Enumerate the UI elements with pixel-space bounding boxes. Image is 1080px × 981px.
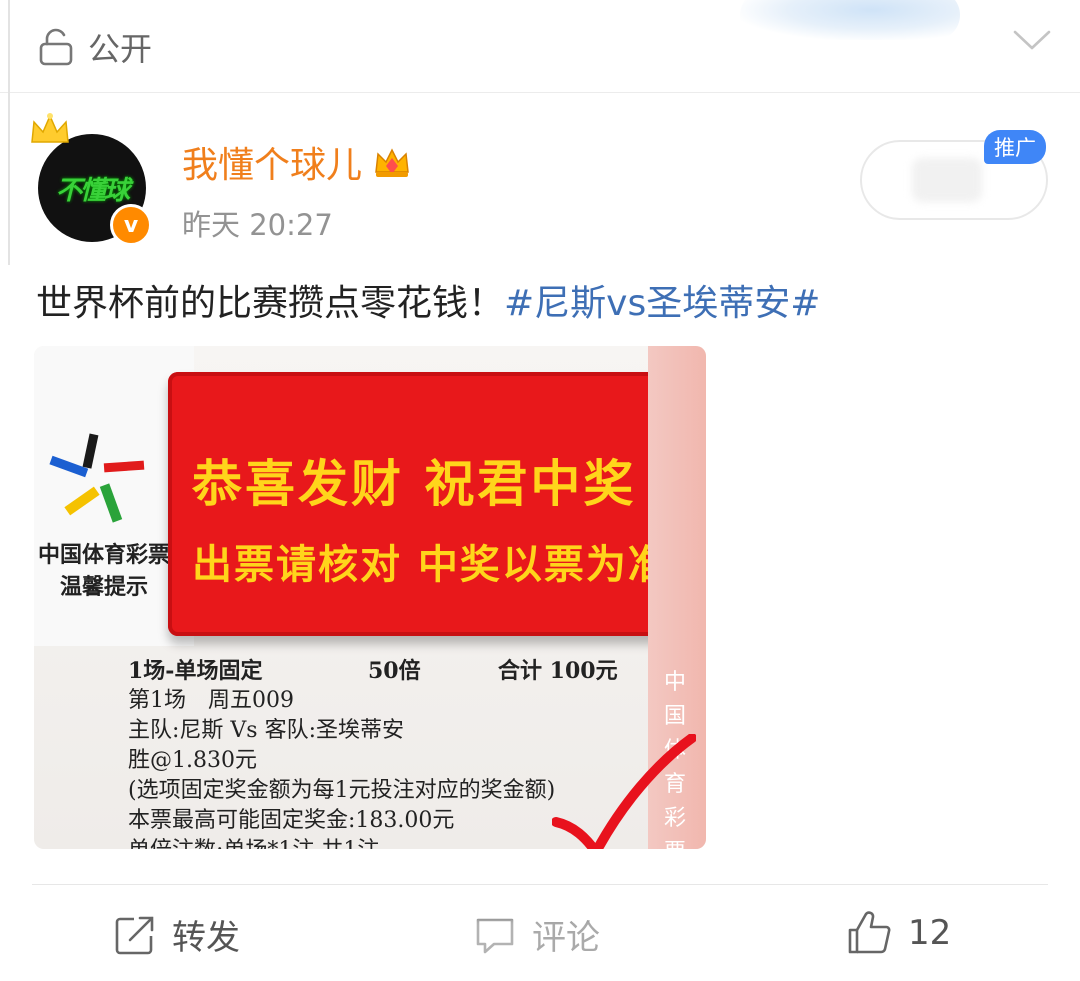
author-avatar[interactable]: 不懂球 v bbox=[31, 112, 152, 246]
red-banner: 恭喜发财 祝君中奖 出票请核对 中奖以票为准 bbox=[168, 372, 704, 636]
post-body: 世界杯前的比赛攒点零花钱！ bbox=[36, 283, 505, 324]
ticket-line: 第1场 周五009 bbox=[128, 688, 294, 713]
banner-line2: 出票请核对 中奖以票为准 bbox=[192, 542, 670, 588]
repost-button[interactable]: 转发 bbox=[114, 910, 240, 959]
promo-badge: 推广 bbox=[984, 130, 1046, 164]
red-checkmark-icon bbox=[552, 734, 696, 849]
username-text[interactable]: 我懂个球儿 bbox=[182, 136, 362, 188]
privacy-label: 公开 bbox=[88, 30, 153, 68]
post-text: 世界杯前的比赛攒点零花钱！#尼斯vs圣埃蒂安# bbox=[36, 274, 820, 326]
action-divider bbox=[32, 884, 1048, 885]
post-timestamp: 昨天 20:27 bbox=[182, 208, 333, 242]
banner-line1: 恭喜发财 祝君中奖 bbox=[192, 455, 637, 513]
privacy-selector[interactable]: 公开 bbox=[36, 24, 152, 70]
logo-caption: 中国体育彩票 温馨提示 bbox=[34, 540, 174, 604]
repost-label: 转发 bbox=[172, 918, 240, 958]
sports-lottery-logo-icon bbox=[49, 433, 145, 523]
post-image[interactable]: 中国体育彩票 温馨提示 恭喜发财 祝君中奖 出票请核对 中奖以票为准 中国体育彩… bbox=[34, 346, 706, 849]
top-bar: 公开 bbox=[0, 0, 1080, 93]
logo-caption-line1: 中国体育彩票 bbox=[37, 543, 170, 568]
chevron-down-icon[interactable] bbox=[1012, 24, 1052, 54]
like-count: 12 bbox=[908, 913, 952, 953]
vip-crown-icon bbox=[375, 148, 409, 177]
hashtag-link[interactable]: #尼斯vs圣埃蒂安# bbox=[504, 283, 820, 324]
follow-button-blurred-label bbox=[912, 158, 982, 202]
crown-icon bbox=[31, 113, 69, 143]
repost-icon bbox=[115, 916, 154, 954]
username[interactable]: 我懂个球儿 bbox=[182, 136, 412, 188]
comment-blur-overlay bbox=[430, 918, 660, 974]
ticket-multiplier: 50倍 bbox=[368, 658, 421, 684]
logo-caption-line2: 温馨提示 bbox=[59, 575, 148, 600]
header-decoration bbox=[740, 0, 960, 40]
ticket-header-row: 1场-单场固定 50倍 合计 100元 bbox=[128, 656, 648, 686]
like-button[interactable]: 12 bbox=[846, 910, 951, 956]
lock-icon bbox=[39, 28, 73, 66]
thumbs-up-icon bbox=[848, 911, 891, 954]
ticket-total: 合计 100元 bbox=[498, 658, 618, 684]
left-edge-line bbox=[8, 0, 10, 265]
ticket-match: 1场-单场固定 bbox=[128, 658, 263, 684]
verified-badge: v bbox=[110, 204, 152, 246]
avatar-text: 不懂球 bbox=[55, 175, 130, 206]
